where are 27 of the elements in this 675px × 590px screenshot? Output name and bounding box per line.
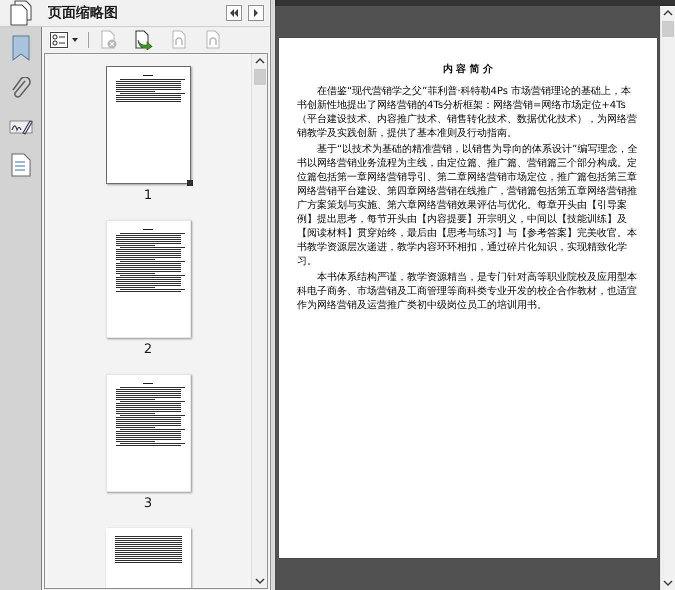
insert-page-icon[interactable] [133, 30, 155, 50]
right-arrow-icon[interactable] [253, 9, 259, 17]
list-options-icon[interactable] [50, 32, 68, 48]
scrollbar[interactable] [660, 6, 675, 590]
paperclip-icon[interactable] [10, 77, 32, 101]
expand-button[interactable] [248, 5, 264, 21]
page-thumbnail[interactable] [106, 66, 190, 184]
document-heading: 内 容 简 介 [442, 62, 494, 77]
caret-icon[interactable] [72, 38, 78, 42]
scrollbar[interactable] [251, 54, 267, 588]
paragraph: 本书体系结构严谨，教学资源精当，是专门针对高等职业院校及应用型本科电子商务、市场营销及工商管理等商科类专业开发的校企合作教材，也适宜作为网络营销及运营推广类初中级岗位员工的培训用书。 [297, 271, 638, 313]
document-icon[interactable] [10, 153, 30, 177]
scrollbar-thumb[interactable] [662, 21, 674, 37]
collapse-button[interactable] [226, 5, 242, 21]
paragraph: 在借鉴“现代营销学之父”菲利普·科特勒4Ps 市场营销理论的基础上，本书创新性地提出了网络营销的4Ts分析框架：网络营销=网络市场定位+4Ts（平台建设技术、内容推广技术、销售转化技术、数据优化技术），为网络营销教学及实践创新，提供了基本准则及行动指南。 [297, 85, 638, 141]
bookmark-icon[interactable] [12, 35, 30, 61]
signature-icon[interactable] [8, 117, 32, 137]
page-number: 1 [144, 189, 152, 202]
panel-title: 页面缩略图 [48, 4, 118, 22]
page-number: 3 [144, 497, 152, 510]
resize-handle-icon[interactable] [186, 180, 192, 186]
page-thumbnail[interactable] [106, 528, 190, 588]
paragraph: 基于“以技术为基础的精准营销，以销售为导向的体系设计”编写理念，全书以网络营销业务流程为主线，由定位篇、推广篇、营销篇三个部分构成。定位篇包括第一章网络营销导引、第二章网络营销市场定位，推广篇包括第三章网络营销平台建设、第四章网络营销在线推广，营销篇包括第五章网络营销推广方案策划与实施、第六章网络营销效果评估与优化。每章开头由【引导案例】提出思考，每节开头由【内容提要】开宗明义，中间以【技能训练】及【阅读材料】贯穿始终，最后由【思考与练习】与【参考答案】完美收官。本书教学资源层次递进，教学内容环环相扣，通过碎片化知识，实现精致化学习。 [297, 143, 638, 269]
pages-icon[interactable] [9, 0, 33, 26]
scrollbar-thumb[interactable] [254, 69, 266, 85]
double-left-arrow-icon[interactable] [229, 9, 239, 17]
page-number: 2 [144, 343, 152, 356]
